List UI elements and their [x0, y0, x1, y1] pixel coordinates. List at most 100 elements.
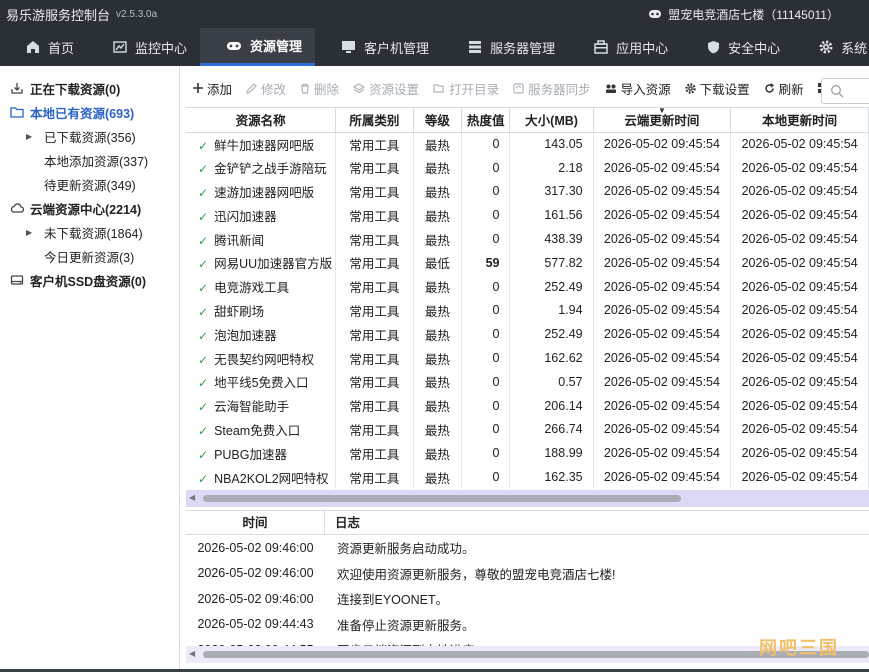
tree-pending-update[interactable]: 待更新资源(349) — [0, 172, 179, 196]
cell-cloud-time: 2026-05-02 09:45:54 — [593, 369, 732, 394]
edit-button[interactable]: 修改 — [239, 76, 293, 100]
cell-heat: 0 — [461, 346, 511, 370]
import-resource-button[interactable]: 导入资源 — [598, 76, 678, 100]
monitor-icon — [342, 41, 356, 53]
download-settings-button[interactable]: 下载设置 — [678, 76, 757, 100]
tree-client-ssd[interactable]: 客户机SSD盘资源(0) — [0, 268, 179, 292]
table-row[interactable]: ✓ 网易UU加速器官方版 常用工具 最低 59 577.82 2026-05-02 09:4… — [186, 250, 869, 275]
table-row[interactable]: ✓ Steam免费入口 常用工具 最热 0 266.74 2026-05-02 09:45:… — [186, 417, 869, 442]
tree-local-resources[interactable]: 本地已有资源(693) — [0, 100, 179, 124]
cell-name: ✓ 鲜牛加速器网吧版 — [186, 132, 337, 156]
tree-downloaded[interactable]: ▶ 已下载资源(356) — [0, 124, 179, 148]
col-header-cloud-time[interactable]: ▼ 云端更新时间 — [593, 108, 732, 133]
table-row[interactable]: ✓ 金铲铲之战手游陪玩 常用工具 最热 0 2.18 2026-05-02 09:45:54… — [186, 155, 869, 180]
expand-arrow-icon[interactable]: ▶ — [26, 228, 36, 237]
cell-category: 常用工具 — [335, 298, 414, 323]
tree-label: 本地已有资源(693) — [30, 106, 135, 121]
nav-apps[interactable]: 应用中心 — [568, 28, 681, 66]
hotel-account[interactable]: 盟宠电竞酒店七楼（11145011） — [648, 0, 839, 28]
log-time: 2026-05-02 09:46:00 — [197, 566, 314, 581]
cell-cloud-time: 2026-05-02 09:45:54 — [593, 203, 732, 228]
cell-local-time: 2026-05-02 09:45:54 — [730, 465, 869, 489]
table-row[interactable]: ✓ 地平线5免费入口 常用工具 最热 0 0.57 2026-05-02 09:45:54 2… — [186, 369, 869, 394]
check-icon: ✓ — [198, 257, 209, 272]
gamepad-icon — [227, 41, 242, 50]
cell-size: 206.14 — [509, 393, 594, 418]
server-sync-button[interactable]: 服务器同步 — [506, 76, 598, 100]
table-row[interactable]: ✓ 鲜牛加速器网吧版 常用工具 最热 0 143.05 2026-05-02 09:45:5… — [186, 132, 869, 156]
tree-today-updated[interactable]: 今日更新资源(3) — [0, 244, 179, 268]
disk-icon — [10, 275, 24, 285]
cell-heat: 0 — [461, 155, 511, 180]
table-row[interactable]: ✓ PUBG加速器 常用工具 最热 0 188.99 2026-05-02 09:45:54… — [186, 441, 869, 466]
table-row[interactable]: ✓ 泡泡加速器 常用工具 最热 0 252.49 2026-05-02 09:45:54 20… — [186, 322, 869, 347]
nav-security[interactable]: 安全中心 — [681, 28, 793, 66]
delete-button[interactable]: 删除 — [293, 76, 346, 100]
refresh-button[interactable]: 刷新 — [757, 76, 811, 100]
col-header-local-time[interactable]: 本地更新时间 — [730, 108, 869, 133]
layers-icon — [353, 82, 366, 93]
tree-cloud-center[interactable]: 云端资源中心(2214) — [0, 196, 179, 220]
open-dir-label: 打开目录 — [449, 82, 500, 97]
nav-clients[interactable]: 客户机管理 — [315, 28, 442, 66]
table-horizontal-scrollbar[interactable]: ◀ — [186, 490, 869, 507]
table-row[interactable]: ✓ 云海智能助手 常用工具 最热 0 206.14 2026-05-02 09:45:54 2… — [186, 393, 869, 418]
nav-monitor[interactable]: 监控中心 — [87, 28, 200, 66]
cell-size: 161.56 — [509, 203, 594, 228]
search-input[interactable] — [821, 78, 869, 104]
table-row[interactable]: ✓ 无畏契约网吧特权 常用工具 最热 0 162.62 2026-05-02 09:45:5… — [186, 346, 869, 370]
cell-local-time: 2026-05-02 09:45:54 — [730, 155, 869, 180]
tree-downloading[interactable]: 正在下载资源(0) — [0, 76, 179, 100]
log-message: 准备停止资源更新服务。 — [337, 618, 475, 633]
cell-local-time: 2026-05-02 09:45:54 — [730, 179, 869, 204]
trash-icon — [301, 83, 310, 94]
expand-arrow-icon[interactable]: ▶ — [26, 132, 36, 141]
resource-settings-button[interactable]: 资源设置 — [346, 76, 426, 100]
app-version: v2.5.3.0a — [116, 8, 158, 20]
table-row[interactable]: ✓ 甜虾刷场 常用工具 最热 0 1.94 2026-05-02 09:45:54 2026-… — [186, 298, 869, 323]
nav-servers[interactable]: 服务器管理 — [442, 28, 568, 66]
nav-resources[interactable]: 资源管理 — [200, 28, 316, 66]
check-icon: ✓ — [198, 376, 209, 391]
check-icon: ✓ — [198, 400, 209, 415]
tree-label: 未下载资源(1864) — [44, 226, 143, 241]
table-row[interactable]: ✓ NBA2KOL2网吧特权 常用工具 最热 0 162.35 2026-05-02 09:… — [186, 465, 869, 489]
cell-size: 162.35 — [509, 465, 594, 489]
add-button[interactable]: 添加 — [186, 76, 239, 100]
toolbar: 添加 修改 删除 资源设置 打开目录 服务器同步 导入资源 下载设置 刷新 更多 — [186, 76, 869, 104]
resource-name: 云海智能助手 — [214, 400, 290, 415]
edit-label: 修改 — [261, 82, 287, 97]
refresh-label: 刷新 — [778, 82, 804, 97]
cell-size: 577.82 — [509, 250, 594, 275]
cloud-icon — [10, 203, 24, 213]
cell-category: 常用工具 — [335, 274, 414, 299]
col-header-level[interactable]: 等级 — [413, 108, 463, 133]
cell-category: 常用工具 — [335, 132, 414, 156]
open-dir-button[interactable]: 打开目录 — [426, 76, 506, 100]
table-row[interactable]: ✓ 腾讯新闻 常用工具 最热 0 438.39 2026-05-02 09:45:54 202… — [186, 227, 869, 251]
col-header-category[interactable]: 所属类别 — [335, 108, 414, 133]
cell-category: 常用工具 — [335, 369, 414, 394]
nav-system[interactable]: 系统 — [793, 28, 869, 66]
resource-name: 无畏契约网吧特权 — [214, 352, 315, 367]
col-header-name[interactable]: 资源名称 — [186, 108, 337, 133]
cell-name: ✓ Steam免费入口 — [186, 417, 337, 442]
tree-not-downloaded[interactable]: ▶ 未下载资源(1864) — [0, 220, 179, 244]
scroll-left-arrow-icon[interactable]: ◀ — [189, 493, 195, 502]
cell-level: 最热 — [413, 179, 463, 204]
scroll-left-arrow-icon[interactable]: ◀ — [189, 649, 195, 658]
import-resource-label: 导入资源 — [620, 82, 671, 97]
tree-label: 本地添加资源(337) — [44, 154, 149, 169]
scrollbar-thumb[interactable] — [203, 495, 681, 502]
table-row[interactable]: ✓ 迅闪加速器 常用工具 最热 0 161.56 2026-05-02 09:45:54 20… — [186, 203, 869, 228]
tree-local-added[interactable]: 本地添加资源(337) — [0, 148, 179, 172]
col-header-heat[interactable]: 热度值 — [461, 108, 511, 133]
nav-label: 客户机管理 — [364, 40, 430, 56]
nav-label: 安全中心 — [728, 40, 781, 56]
nav-home[interactable]: 首页 — [0, 28, 87, 66]
table-row[interactable]: ✓ 电竞游戏工具 常用工具 最热 0 252.49 2026-05-02 09:45:54 2… — [186, 274, 869, 299]
col-header-size[interactable]: 大小(MB) — [509, 108, 594, 133]
table-row[interactable]: ✓ 速游加速器网吧版 常用工具 最热 0 317.30 2026-05-02 09:45:5… — [186, 179, 869, 204]
cell-cloud-time: 2026-05-02 09:45:54 — [593, 417, 732, 442]
tree-label: 已下载资源(356) — [44, 130, 136, 145]
